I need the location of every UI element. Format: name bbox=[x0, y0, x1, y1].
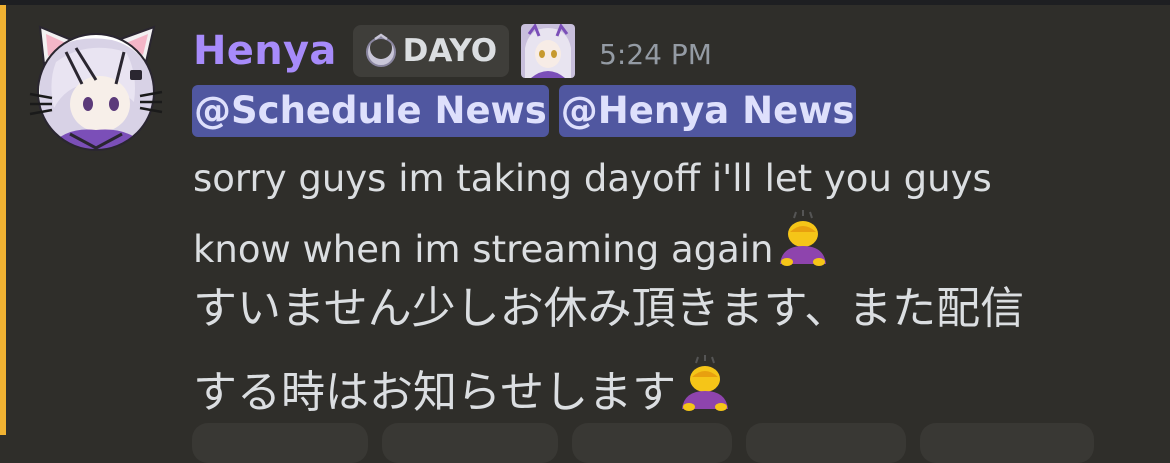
reactions-row bbox=[192, 423, 1094, 463]
message-line-with-emoji: know when im streaming again bbox=[193, 210, 1153, 281]
reaction-pill[interactable] bbox=[746, 423, 906, 463]
message-line-jp-with-emoji: する時はお知らせします bbox=[193, 355, 1153, 427]
message-header: Henya DAYO 5:24 PM bbox=[193, 23, 712, 79]
username[interactable]: Henya bbox=[193, 28, 337, 74]
reaction-pill[interactable] bbox=[920, 423, 1094, 463]
server-tag-label: DAYO bbox=[402, 33, 498, 69]
user-avatar[interactable] bbox=[26, 22, 166, 152]
role-icon[interactable] bbox=[521, 24, 576, 78]
reaction-pill[interactable] bbox=[382, 423, 558, 463]
mentions-row: @Schedule News @Henya News bbox=[192, 85, 857, 137]
role-mention-schedule-news[interactable]: @Schedule News bbox=[192, 85, 549, 137]
person-bowing-emoji bbox=[779, 210, 826, 266]
message-timestamp[interactable]: 5:24 PM bbox=[599, 38, 712, 71]
reaction-pill[interactable] bbox=[192, 423, 368, 463]
message-line-jp: すいません少しお休み頂きます、また配信 bbox=[193, 283, 1025, 334]
message-line: sorry guys im taking dayoff i'll let you… bbox=[193, 157, 992, 200]
server-tag[interactable]: DAYO bbox=[352, 25, 510, 77]
message-line: know when im streaming again bbox=[193, 228, 774, 271]
message-line-jp: する時はお知らせします bbox=[193, 367, 677, 418]
message-content: sorry guys im taking dayoff i'll let you… bbox=[193, 148, 1153, 427]
role-mention-henya-news[interactable]: @Henya News bbox=[558, 85, 857, 137]
chat-message[interactable]: Henya DAYO 5:24 PM @Schedule News @Henya… bbox=[0, 5, 1170, 463]
reaction-pill[interactable] bbox=[572, 423, 732, 463]
moon-tag-icon bbox=[365, 33, 396, 67]
person-bowing-emoji bbox=[682, 355, 729, 411]
